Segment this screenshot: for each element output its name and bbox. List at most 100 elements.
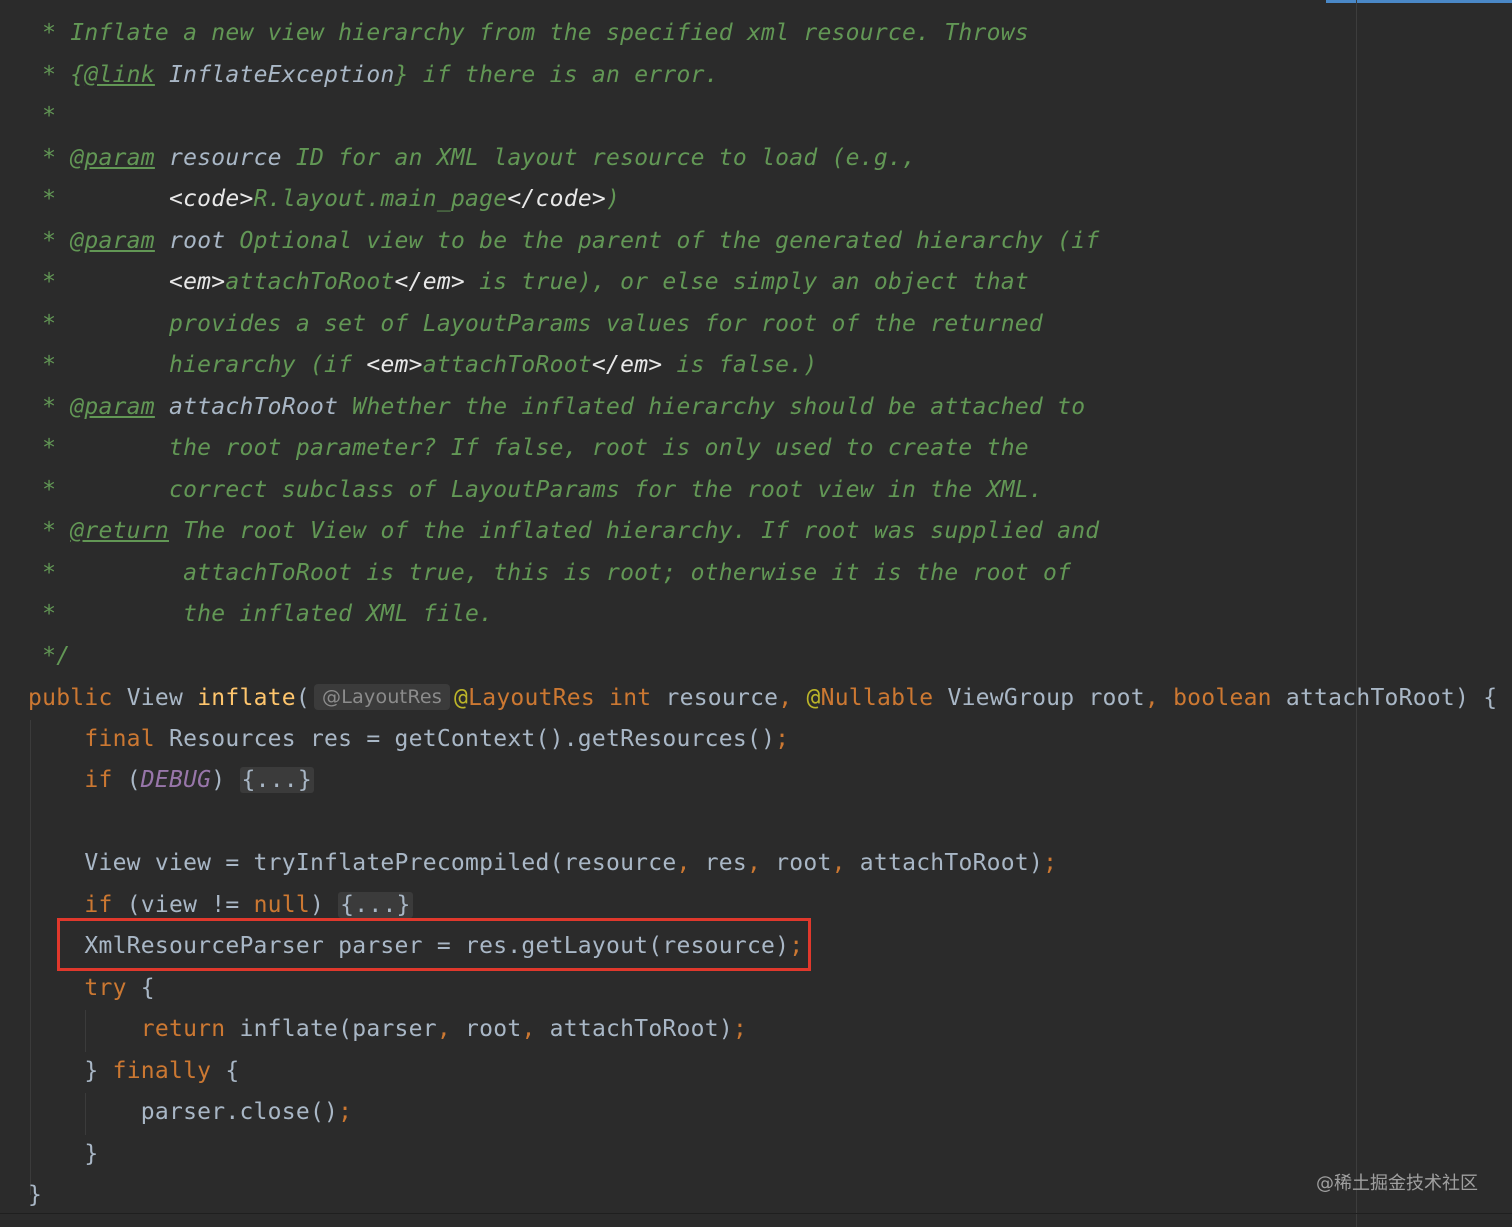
code-token-plain: root: [450, 1016, 522, 1042]
code-token-plain: }: [28, 1182, 43, 1208]
code-token-plain: attachToRoot): [535, 1016, 733, 1042]
comment-line: *: [28, 96, 56, 137]
code-token-doc: *: [28, 144, 71, 171]
code-token-doc: * Inflate a new view hierarchy from the …: [28, 20, 1029, 46]
code-token-param: attachToRoot: [169, 393, 339, 420]
code-token-doc: Whether the inflated hierarchy should be…: [338, 393, 1086, 420]
code-line: try {: [28, 968, 155, 1009]
code-token-doc: ID for an XML layout resource to load (e…: [281, 144, 917, 171]
code-token-punct: ,: [746, 850, 762, 876]
code-token-html: <em>: [366, 352, 423, 378]
code-token-punct: ,: [521, 1016, 536, 1042]
code-token-doc: * provides a set of LayoutParams values …: [28, 310, 1043, 337]
signature-code-line: public View inflate(@LayoutRes @LayoutRes…: [28, 677, 1497, 718]
code-token-doc: R.layout.main_page: [253, 186, 508, 212]
code-token-doc: * the root parameter? If false, root is …: [28, 435, 1029, 461]
comment-line: * @return The root View of the inflated …: [28, 511, 1099, 552]
comment-line: * @param resource ID for an XML layout r…: [28, 138, 916, 179]
code-token-doc: [155, 62, 169, 88]
code-token-doc: [155, 394, 169, 420]
watermark: @稀土掘金技术社区: [1316, 1173, 1478, 1194]
code-token-html: </em>: [591, 352, 663, 378]
code-token-plain: inflate(parser: [225, 1016, 437, 1042]
code-token-html: </code>: [507, 186, 607, 212]
code-token-kw: public: [28, 685, 113, 711]
code-token-punct: ,: [676, 850, 691, 876]
code-token-doc: * hierarchy (if: [28, 352, 367, 378]
code-token-plain: resource: [651, 685, 779, 711]
code-line: return inflate(parser, root, attachToRoo…: [28, 1009, 747, 1050]
code-token-plain: {: [211, 1057, 240, 1084]
code-token-doctag: @link: [84, 61, 155, 88]
code-token-doc: *: [28, 393, 71, 420]
code-token-plain: root: [761, 850, 832, 876]
code-token-plain: attachToRoot): [845, 850, 1044, 876]
code-token-plain: (view !=: [112, 891, 254, 918]
code-token-plain: (: [112, 767, 141, 793]
code-token-fold[interactable]: {...}: [338, 891, 413, 918]
code-token-plain: ): [211, 767, 240, 793]
code-token-kw: int: [609, 685, 652, 711]
code-token-html: <code>: [168, 186, 254, 212]
right-margin-guide: [1356, 0, 1357, 1227]
comment-line: * attachToRoot is true, this is root; ot…: [28, 553, 1071, 594]
active-tab-indicator: [1326, 0, 1512, 3]
code-token-doc: [155, 228, 169, 254]
code-token-punct: ;: [338, 1099, 353, 1125]
code-token-doc: *: [28, 227, 71, 254]
code-token-doc: *: [28, 518, 71, 544]
comment-line: * correct subclass of LayoutParams for t…: [28, 470, 1043, 511]
comment-line: * <em>attachToRoot</em> is true), or els…: [28, 262, 1029, 303]
code-token-doc: * correct subclass of LayoutParams for t…: [28, 476, 1043, 503]
comment-line: */: [28, 636, 70, 677]
code-token-doc: Optional view to be the parent of the ge…: [225, 227, 1100, 254]
code-token-doctag: @return: [70, 518, 169, 544]
code-token-doctag: @param: [70, 393, 155, 420]
code-token-html: </em>: [394, 269, 466, 295]
code-token-doc: } if there is an error.: [394, 61, 719, 88]
code-token-plain: View: [112, 685, 198, 711]
code-token-punct: ;: [1043, 850, 1058, 876]
code-token-annot: @: [806, 685, 821, 711]
code-line: if (DEBUG) {...}: [28, 760, 314, 801]
code-token-kw: null: [253, 891, 310, 918]
code-token-kw: if: [84, 767, 113, 793]
code-token-doc: is true), or else simply an object that: [465, 269, 1029, 295]
comment-line: * hierarchy (if <em>attachToRoot</em> is…: [28, 345, 817, 386]
code-token-kw: return: [140, 1016, 226, 1042]
code-token-const: DEBUG: [140, 767, 212, 793]
code-token-kw: final: [84, 725, 155, 752]
code-token-doctag: @param: [70, 144, 155, 171]
code-token-doc: ): [606, 186, 621, 212]
code-token-doc: * {: [28, 61, 85, 88]
code-token-kw: boolean: [1173, 685, 1272, 711]
code-line: final Resources res = getContext().getRe…: [28, 719, 789, 760]
code-token-kw: try: [84, 974, 127, 1001]
code-token-param: root: [169, 227, 226, 254]
highlighted-statement-box: [57, 918, 811, 971]
code-line: View view = tryInflatePrecompiled(resour…: [28, 843, 1057, 884]
comment-line: * provides a set of LayoutParams values …: [28, 304, 1043, 345]
code-token-plain: Resources res = getContext().getResource…: [154, 725, 776, 752]
code-token-kw: if: [84, 891, 113, 918]
code-editor[interactable]: * Inflate a new view hierarchy from the …: [0, 0, 1512, 1227]
code-token-plain: parser.close(): [28, 1099, 339, 1125]
code-token-html: <em>: [168, 269, 226, 295]
code-token-doc: *: [28, 103, 57, 129]
code-token-punct: ;: [732, 1016, 748, 1042]
code-token-kw: Nullable: [820, 685, 934, 711]
code-token-doc: [155, 145, 169, 171]
comment-line: * {@link InflateException} if there is a…: [28, 55, 719, 96]
code-token-fold[interactable]: {...}: [239, 767, 314, 793]
code-token-plain: attachToRoot) {: [1271, 685, 1498, 711]
code-token-punct: ,: [831, 850, 846, 876]
code-token-plain: (: [295, 685, 310, 711]
inlay-hint: @LayoutRes: [313, 684, 451, 710]
